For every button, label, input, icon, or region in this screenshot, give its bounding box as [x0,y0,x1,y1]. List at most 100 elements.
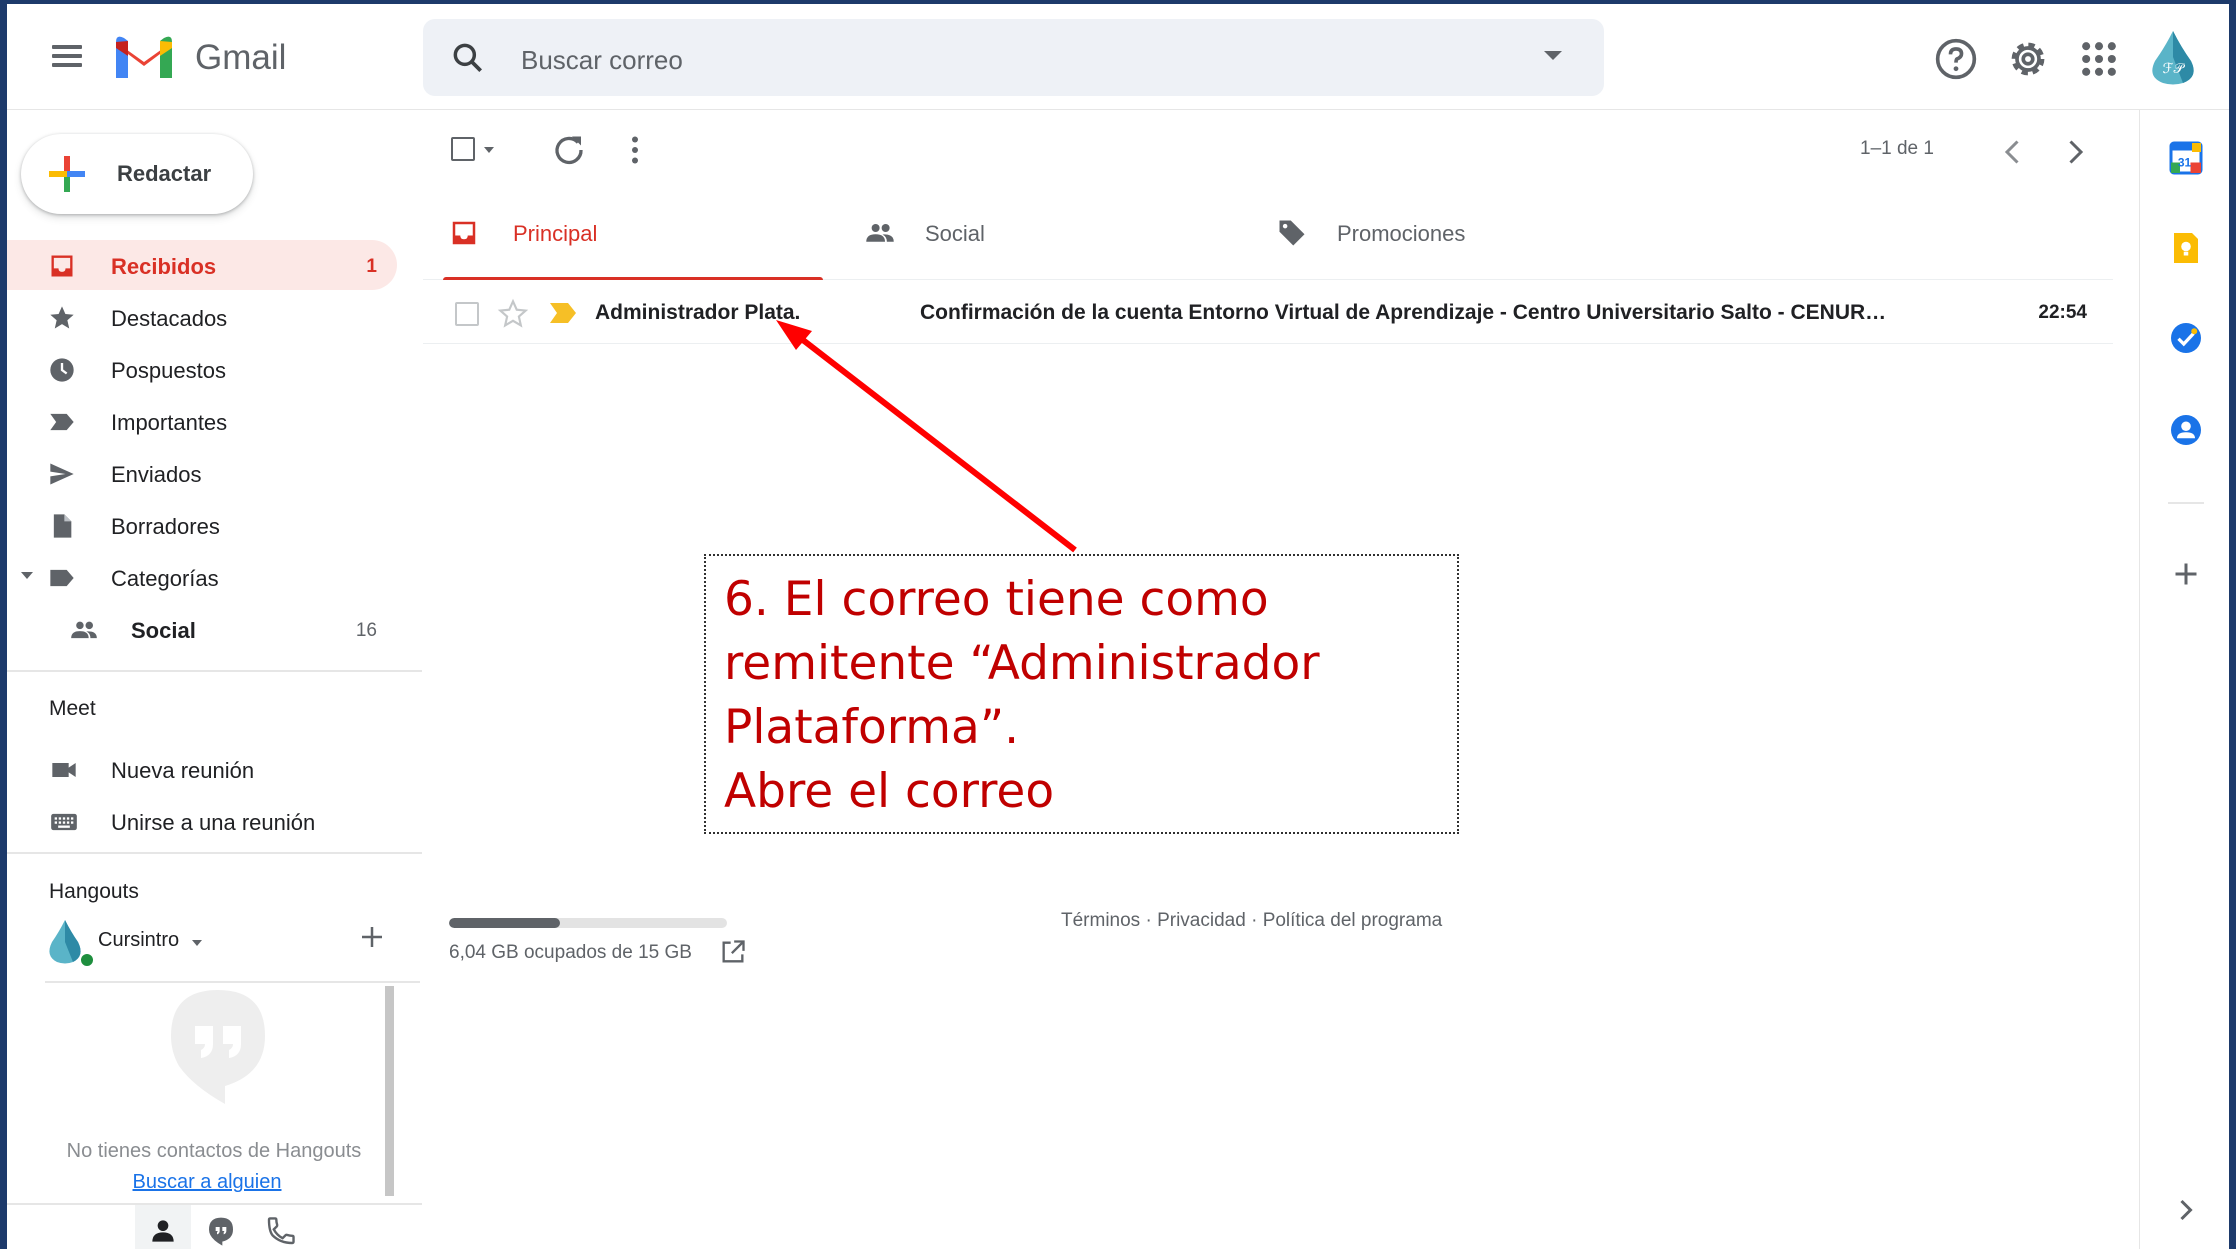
email-sender: Administrador Plata. [595,301,801,324]
annotation-line: 6. El correo tiene como [724,572,1269,627]
people-icon [866,224,894,242]
contacts-person-icon[interactable] [147,1215,179,1247]
rail-divider [2168,502,2204,504]
important-marker-icon[interactable] [549,302,577,324]
hangouts-username[interactable]: Cursintro [98,929,179,952]
sidebar-item-label: Enviados [111,462,202,487]
hangouts-scrollbar[interactable] [385,986,394,1196]
checkbox-icon [451,137,475,161]
compose-plus-icon [49,156,85,192]
main-menu-icon[interactable] [49,40,85,76]
svg-text:31: 31 [2178,155,2192,169]
tab-social[interactable]: Social [843,186,1253,280]
gmail-wordmark[interactable]: Gmail [195,38,286,78]
phone-icon[interactable] [265,1215,297,1247]
settings-gear-icon[interactable] [2006,37,2050,81]
unread-count: 1 [366,256,377,277]
storage-usage-bar [449,918,727,928]
meet-item-label: Unirse a una reunión [111,810,316,835]
sidebar-item-label: Borradores [111,514,220,539]
important-icon [50,413,74,431]
online-status-icon [79,952,95,968]
get-addons-plus-icon[interactable] [2168,556,2204,592]
chevron-right-icon[interactable] [2168,1192,2204,1228]
meet-join-meeting[interactable]: Unirse a una reunión [7,796,407,844]
privacy-link[interactable]: Privacidad [1157,910,1246,931]
email-subject: Confirmación de la cuenta Entorno Virtua… [920,301,1887,324]
tab-promotions[interactable]: Promociones [1253,186,1673,280]
search-someone-link[interactable]: Buscar a alguien [7,1171,407,1194]
chevron-right-icon[interactable] [2057,134,2093,170]
account-avatar[interactable]: ℱ𝒫 [2143,27,2203,87]
search-input[interactable]: Buscar correo [521,45,683,76]
more-options-icon[interactable] [617,132,653,168]
program-policy-link[interactable]: Política del programa [1263,910,1443,931]
sidebar-item-label: Destacados [111,306,228,331]
sidebar-item-categories[interactable]: Categorías [7,552,397,602]
terms-link[interactable]: Términos [1061,910,1140,931]
tab-primary[interactable]: Principal [423,186,843,281]
people-icon [71,621,97,639]
side-panel-rail: 31 [2139,110,2229,1249]
expand-arrow-icon[interactable] [21,572,33,579]
annotation-line: Abre el correo [724,764,1055,819]
status-dropdown-icon[interactable] [192,940,202,946]
keyboard-icon [51,813,77,831]
calendar-icon[interactable]: 31 [2168,140,2204,176]
annotation-line: Plataforma”. [724,700,1020,755]
hangouts-section-title: Hangouts [49,880,139,903]
sidebar-item-label: Social [131,618,196,643]
select-dropdown-icon[interactable] [484,147,494,153]
search-icon[interactable] [449,39,487,77]
tasks-icon[interactable] [2168,320,2204,356]
open-in-new-icon[interactable] [719,938,747,966]
search-bar[interactable]: Buscar correo [423,19,1604,96]
apps-grid-icon[interactable] [2077,37,2121,81]
sidebar-item-sent[interactable]: Enviados [7,448,397,498]
sidebar-item-snoozed[interactable]: Pospuestos [7,344,397,394]
sidebar-item-label: Pospuestos [111,358,226,383]
star-icon [50,306,74,329]
sidebar-nav: Recibidos 1 Destacados Pospuestos Import… [7,240,407,670]
sidebar-item-drafts[interactable]: Borradores [7,500,397,550]
sidebar-item-label: Categorías [111,566,219,591]
help-icon[interactable] [1934,37,1978,81]
gmail-window: Gmail Buscar correo ℱ𝒫 Redactar Recibido… [7,4,2229,1249]
conversations-quote-icon[interactable] [205,1215,237,1247]
sidebar-item-partial[interactable] [7,656,397,670]
top-bar: Gmail Buscar correo ℱ𝒫 [7,4,2229,110]
chevron-left-icon[interactable] [1995,134,2031,170]
keep-notes-icon[interactable] [2168,230,2204,266]
tutorial-annotation-box: 6. El correo tiene como remitente “Admin… [704,554,1459,834]
meet-section-title: Meet [49,697,96,720]
inbox-icon [51,255,73,277]
footer-separator: · [1251,910,1258,931]
send-icon [50,463,74,485]
refresh-icon[interactable] [551,132,587,168]
hangouts-divider [45,981,420,983]
compose-button[interactable]: Redactar [21,134,253,214]
sidebar-item-inbox[interactable]: Recibidos 1 [7,240,397,290]
add-contact-icon[interactable] [357,922,387,952]
tab-label: Principal [513,221,598,246]
search-options-icon[interactable] [1544,51,1562,60]
draft-icon [53,514,72,538]
email-time: 22:54 [2038,302,2087,323]
label-icon [50,569,74,587]
hangouts-bottom-tabs [7,1203,422,1249]
meet-new-meeting[interactable]: Nueva reunión [7,744,407,792]
sidebar-item-starred[interactable]: Destacados [7,292,397,342]
contacts-icon[interactable] [2168,412,2204,448]
sidebar-item-important[interactable]: Importantes [7,396,397,446]
email-checkbox[interactable] [455,302,479,326]
tab-label: Social [925,221,985,246]
clock-icon [50,358,74,382]
sidebar-item-social[interactable]: Social 16 [7,604,397,654]
select-all-checkbox[interactable] [447,130,499,166]
pagination-text: 1–1 de 1 [1860,138,1934,159]
inbox-icon [452,221,476,245]
gmail-logo-icon[interactable] [112,32,176,80]
email-row[interactable]: Administrador Plata. Confirmación de la … [423,280,2113,344]
star-outline-icon[interactable] [497,298,529,330]
video-icon [52,763,76,777]
